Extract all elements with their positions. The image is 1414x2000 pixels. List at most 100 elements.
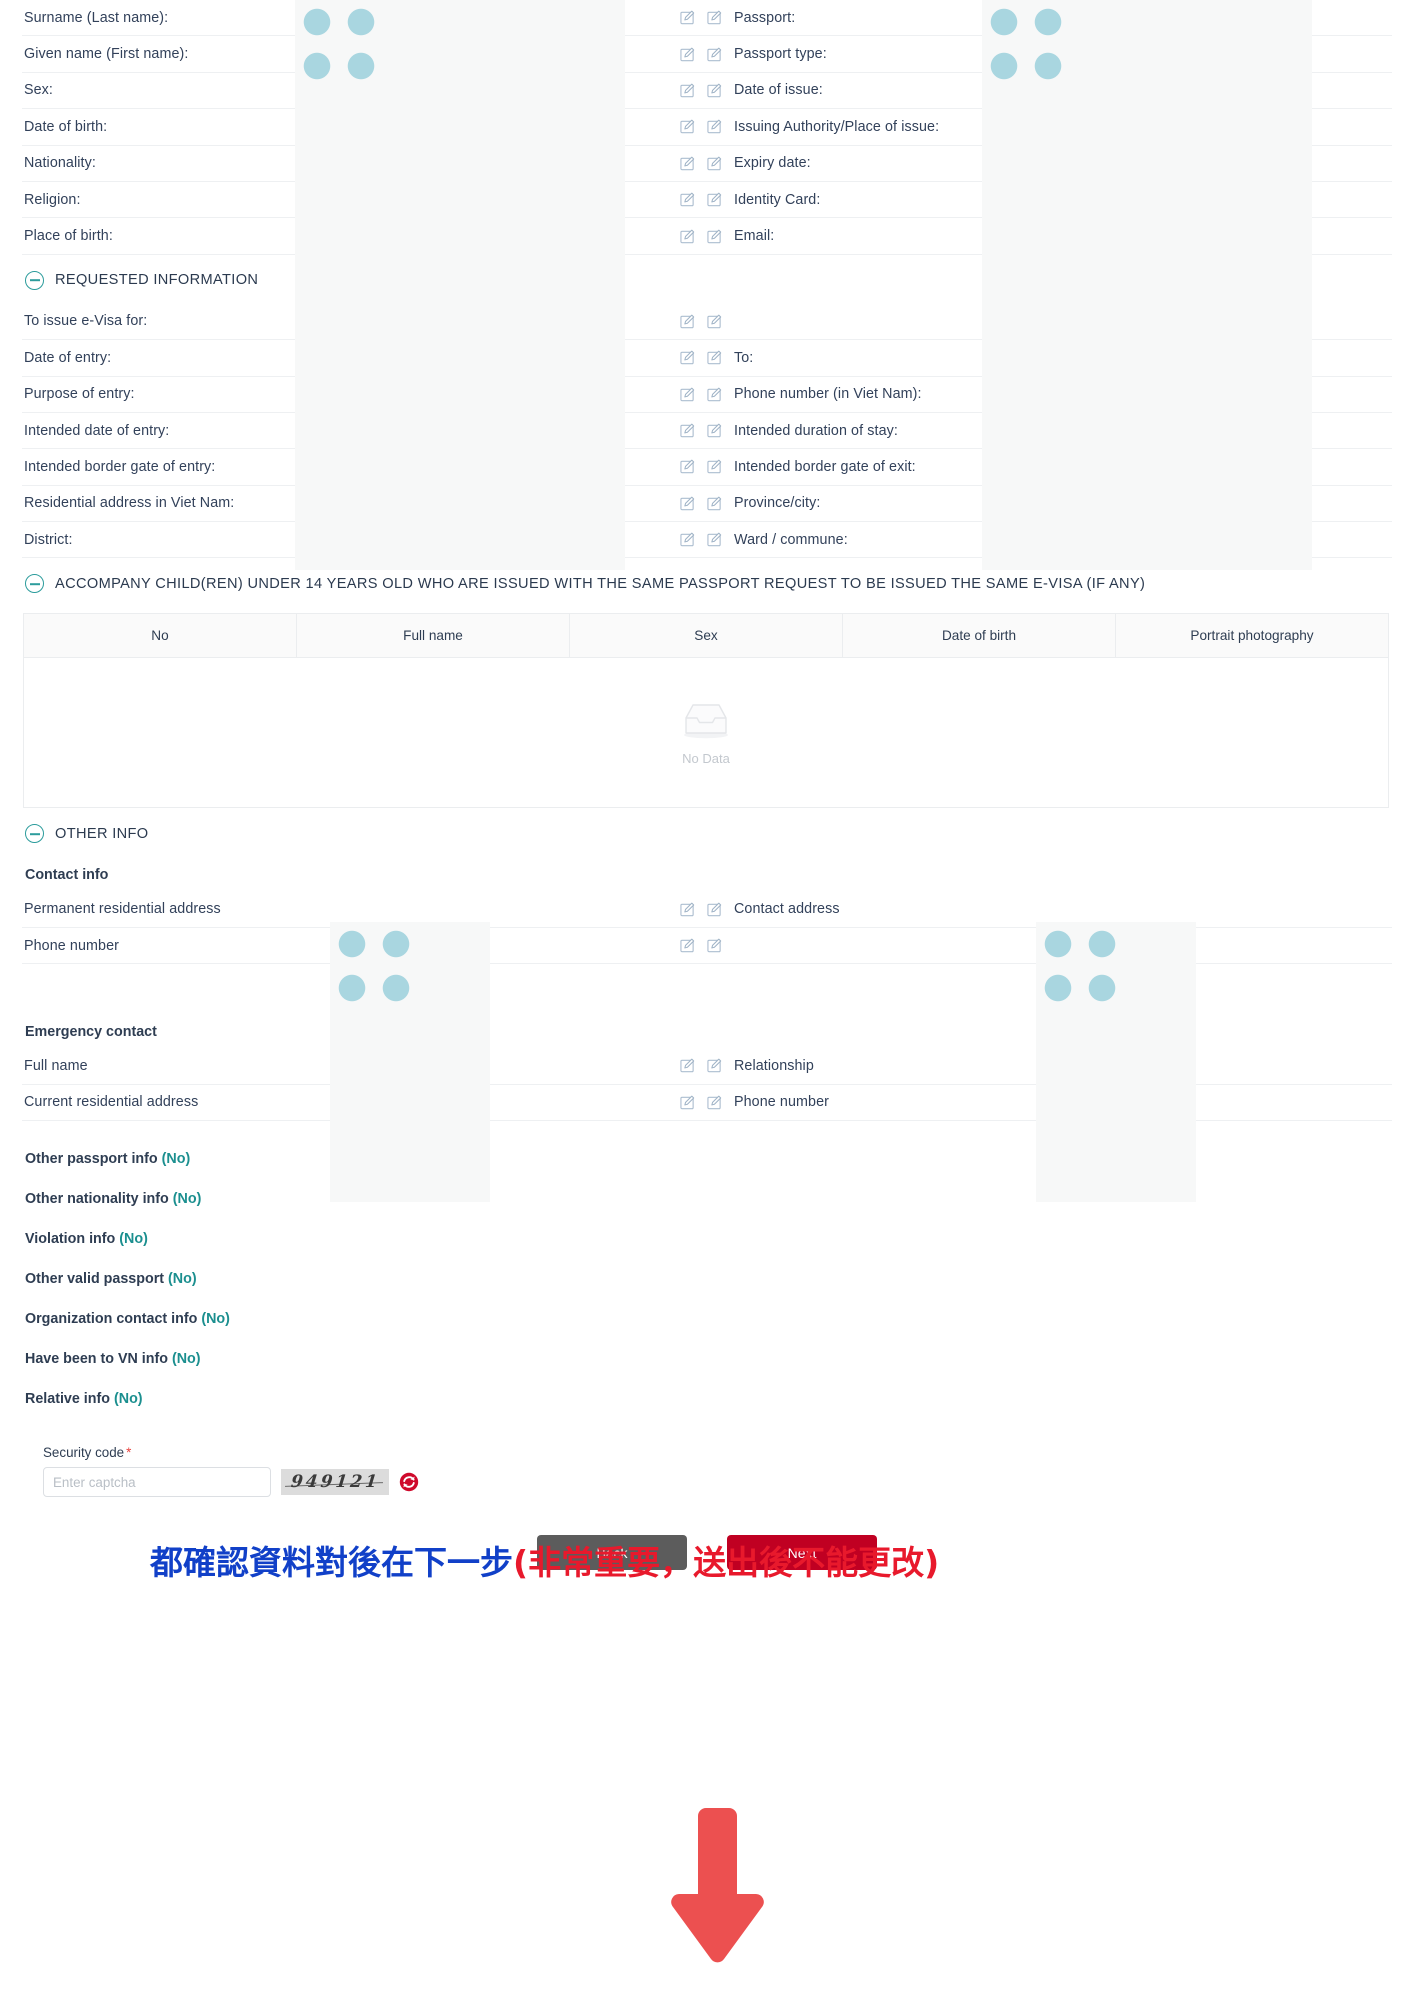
flag-item-label: Organization contact info — [25, 1311, 202, 1328]
field-label: Phone number — [24, 937, 119, 954]
captcha-input[interactable] — [43, 1467, 271, 1498]
field-label: Purpose of entry: — [24, 386, 135, 403]
flag-item-value: (No) — [161, 1151, 191, 1168]
edit-pencil-icon[interactable] — [680, 314, 695, 329]
contact-info-grid: Permanent residential address Phone numbe… — [22, 891, 1392, 965]
edit-pencil-icon[interactable] — [680, 119, 695, 134]
personal-info-right-column: Passport: Passport type: Date of issue: Iss… — [707, 0, 1392, 255]
section-title: ACCOMPANY CHILD(REN) UNDER 14 YEARS OLD … — [55, 575, 1146, 592]
edit-pencil-icon[interactable] — [680, 47, 695, 62]
field-label: Passport: — [734, 9, 796, 26]
empty-inbox-icon — [678, 700, 734, 745]
form-field-row: Full name — [22, 1048, 707, 1085]
captcha-text: 949121 — [289, 1472, 381, 1493]
section-header-accompany-children[interactable]: ACCOMPANY CHILD(REN) UNDER 14 YEARS OLD … — [22, 558, 1392, 607]
form-field-row: Religion: — [22, 182, 707, 219]
field-label: Email: — [734, 228, 775, 245]
edit-pencil-icon[interactable] — [680, 496, 695, 511]
field-label: Expiry date: — [734, 155, 811, 172]
form-field-row: Ward / commune: — [707, 522, 1392, 559]
requested-info-left-column: To issue e-Visa for: Date of entry: Purpos… — [22, 304, 707, 559]
field-label: Intended border gate of entry: — [24, 458, 216, 475]
edit-pencil-icon[interactable] — [707, 83, 722, 98]
edit-pencil-icon[interactable] — [680, 83, 695, 98]
edit-pencil-icon[interactable] — [680, 1058, 695, 1073]
edit-pencil-icon[interactable] — [680, 459, 695, 474]
field-label: Current residential address — [24, 1094, 199, 1111]
edit-pencil-icon[interactable] — [680, 1095, 695, 1110]
captcha-image: 949121 — [281, 1469, 389, 1496]
edit-pencil-icon[interactable] — [707, 119, 722, 134]
form-field-row: Phone number — [22, 928, 707, 965]
edit-pencil-icon[interactable] — [707, 938, 722, 953]
edit-pencil-icon[interactable] — [680, 902, 695, 917]
edit-pencil-icon[interactable] — [680, 229, 695, 244]
field-label: Relationship — [734, 1057, 814, 1074]
edit-pencil-icon[interactable] — [680, 10, 695, 25]
table-column-header: Full name — [296, 613, 570, 659]
field-label: Date of issue: — [734, 82, 823, 99]
edit-pencil-icon[interactable] — [707, 532, 722, 547]
emergency-contact-right-column: Relationship Phone number — [707, 1048, 1392, 1122]
form-field-row — [707, 304, 1392, 341]
edit-pencil-icon[interactable] — [707, 10, 722, 25]
edit-pencil-icon[interactable] — [707, 47, 722, 62]
form-field-row: Expiry date: — [707, 146, 1392, 182]
edit-pencil-icon[interactable] — [707, 350, 722, 365]
edit-pencil-icon[interactable] — [707, 1058, 722, 1073]
edit-pencil-icon[interactable] — [680, 423, 695, 438]
edit-pencil-icon[interactable] — [707, 496, 722, 511]
edit-pencil-icon[interactable] — [707, 423, 722, 438]
annotation-blue-text: 都確認資料對後在下一步 — [150, 1543, 513, 1582]
field-label: District: — [24, 531, 73, 548]
edit-pencil-icon[interactable] — [707, 459, 722, 474]
flag-item-label: Violation info — [25, 1231, 120, 1248]
edit-pencil-icon[interactable] — [680, 156, 695, 171]
edit-pencil-icon[interactable] — [707, 229, 722, 244]
section-header-requested-information[interactable]: REQUESTED INFORMATION — [22, 255, 1392, 304]
form-field-row: Intended date of entry: — [22, 413, 707, 450]
form-field-row: Purpose of entry: — [22, 377, 707, 413]
field-label: Residential address in Viet Nam: — [24, 495, 235, 512]
field-label: Sex: — [24, 82, 54, 99]
contact-info-heading: Contact info — [25, 867, 109, 884]
annotation-red-text: (非常重要，送出後不能更改) — [513, 1543, 940, 1582]
form-field-row: To issue e-Visa for: — [22, 304, 707, 341]
edit-pencil-icon[interactable] — [707, 192, 722, 207]
form-field-row: Sex: — [22, 73, 707, 110]
edit-pencil-icon[interactable] — [680, 532, 695, 547]
edit-pencil-icon[interactable] — [707, 314, 722, 329]
form-field-row: Current residential address — [22, 1085, 707, 1122]
form-field-row: District: — [22, 522, 707, 559]
flag-item-value: (No) — [172, 1191, 202, 1208]
form-field-row: To: — [707, 340, 1392, 377]
collapse-minus-icon[interactable] — [25, 270, 44, 290]
edit-pencil-icon[interactable] — [680, 387, 695, 402]
field-label: To: — [734, 349, 754, 366]
collapse-minus-icon[interactable] — [25, 574, 44, 594]
collapse-minus-icon[interactable] — [25, 824, 44, 844]
flag-item: Organization contact info (No) — [22, 1299, 1392, 1339]
field-label: Phone number — [734, 1094, 829, 1111]
flag-item: Have been to VN info (No) — [22, 1339, 1392, 1379]
section-header-other-info[interactable]: OTHER INFO — [22, 808, 1392, 857]
form-field-row: Passport type: — [707, 36, 1392, 73]
form-field-row: Identity Card: — [707, 182, 1392, 219]
security-code-label-text: Security code — [43, 1445, 125, 1461]
edit-pencil-icon[interactable] — [680, 938, 695, 953]
field-label: Issuing Authority/Place of issue: — [734, 118, 940, 135]
edit-pencil-icon[interactable] — [680, 192, 695, 207]
edit-pencil-icon[interactable] — [707, 156, 722, 171]
edit-pencil-icon[interactable] — [707, 1095, 722, 1110]
edit-pencil-icon[interactable] — [707, 387, 722, 402]
field-label: Full name — [24, 1057, 88, 1074]
table-column-header: Sex — [569, 613, 843, 659]
edit-pencil-icon[interactable] — [680, 350, 695, 365]
flag-item: Relative info (No) — [22, 1379, 1392, 1419]
flag-item-label: Other nationality info — [25, 1191, 173, 1208]
form-field-row: Contact address — [707, 891, 1392, 928]
field-label: Contact address — [734, 901, 840, 918]
edit-pencil-icon[interactable] — [707, 902, 722, 917]
refresh-captcha-icon[interactable] — [399, 1472, 419, 1492]
